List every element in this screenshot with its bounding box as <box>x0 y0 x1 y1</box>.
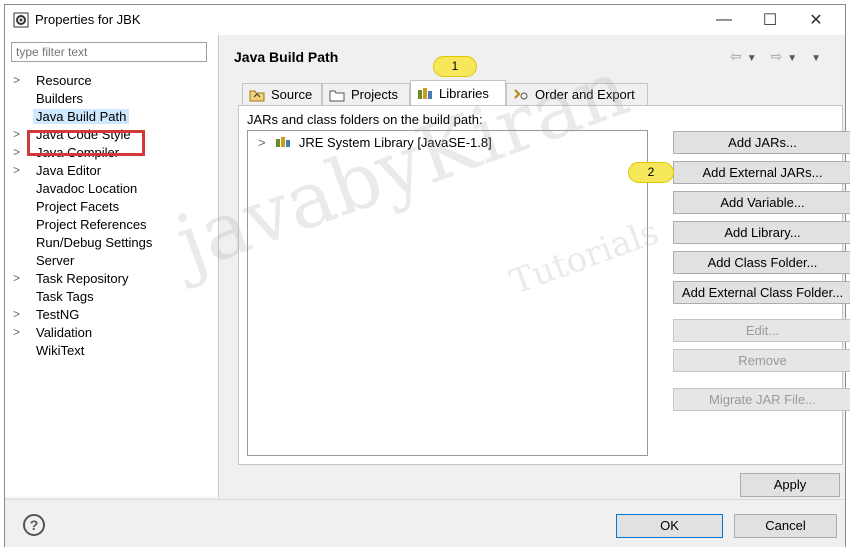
library-item-jre[interactable]: > JRE System Library [JavaSE-1.8] <box>258 135 492 150</box>
sidebar-item-task-repository[interactable]: > Task Repository <box>11 270 211 288</box>
property-sidebar: >ResourceBuildersJava Build Path>Java Co… <box>5 35 219 497</box>
add-jars-button[interactable]: Add JARs... <box>673 131 850 154</box>
build-path-page: Java Build Path ⇦▼ ⇨▼ ▼ Source Projects … <box>220 35 850 497</box>
tab-order-export-label: Order and Export <box>535 87 635 102</box>
eclipse-app-icon <box>13 12 29 28</box>
back-arrow-icon[interactable]: ⇦ <box>730 48 747 64</box>
sidebar-item-server[interactable]: Server <box>11 252 211 270</box>
expand-arrow-icon[interactable]: > <box>13 307 23 321</box>
maximize-button[interactable]: ☐ <box>747 5 793 35</box>
sidebar-item-label: Builders <box>36 91 83 106</box>
sidebar-item-label: Java Build Path <box>33 109 130 124</box>
sidebar-item-wikitext[interactable]: WikiText <box>11 342 211 360</box>
sidebar-item-label: Server <box>36 253 75 268</box>
tab-source[interactable]: Source <box>242 83 322 105</box>
expand-arrow-icon[interactable]: > <box>13 145 23 159</box>
sidebar-item-builders[interactable]: Builders <box>11 90 211 108</box>
tab-source-label: Source <box>271 87 313 102</box>
sidebar-item-run-debug-settings[interactable]: Run/Debug Settings <box>11 234 211 252</box>
sidebar-item-label: WikiText <box>36 343 85 358</box>
library-label: JRE System Library [JavaSE-1.8] <box>298 135 492 150</box>
properties-dialog: Properties for JBK — ☐ ✕ > Resource Builde… <box>4 4 850 547</box>
sidebar-item-label: Project Facets <box>36 199 120 214</box>
sidebar-item-validation[interactable]: > Validation <box>11 324 211 342</box>
tab-projects[interactable]: Projects <box>322 83 410 105</box>
sidebar-item-javadoc-location[interactable]: Javadoc Location <box>11 180 211 198</box>
expand-arrow-icon[interactable]: > <box>13 127 23 141</box>
sidebar-item-label: Java Editor <box>36 163 102 178</box>
tab-libraries[interactable]: Libraries <box>410 80 506 105</box>
cancel-button[interactable]: Cancel <box>734 514 837 538</box>
add-class-folder-button[interactable]: Add Class Folder... <box>673 251 850 274</box>
source-folder-icon <box>249 90 265 101</box>
forward-arrow-icon[interactable]: ⇨ <box>771 48 788 64</box>
expand-arrow-icon[interactable]: > <box>13 271 23 285</box>
tab-projects-label: Projects <box>351 87 398 102</box>
sidebar-item-project-references[interactable]: Project References <box>11 216 211 234</box>
sidebar-item-label: Javadoc Location <box>36 181 138 196</box>
sidebar-item-java-editor[interactable]: > Java Editor <box>11 162 211 180</box>
expand-arrow-icon[interactable]: > <box>13 73 23 87</box>
projects-folder-icon <box>329 90 345 101</box>
expand-arrow-icon[interactable]: > <box>258 135 266 150</box>
expand-arrow-icon[interactable]: > <box>13 163 23 177</box>
sidebar-item-label: Validation <box>36 325 93 340</box>
expand-arrow-icon[interactable]: > <box>13 325 23 339</box>
sidebar-item-resource[interactable]: > Resource <box>11 72 211 90</box>
sidebar-item-testng[interactable]: > TestNG <box>11 306 211 324</box>
sidebar-item-label: Task Tags <box>36 289 94 304</box>
tab-libraries-label: Libraries <box>439 85 489 101</box>
library-icon <box>276 137 291 147</box>
help-icon[interactable]: ? <box>23 514 45 536</box>
tab-order-export[interactable]: Order and Export <box>506 83 648 105</box>
edit-button[interactable]: Edit... <box>673 319 850 342</box>
ok-button[interactable]: OK <box>616 514 723 538</box>
sidebar-item-label: Resource <box>36 73 92 88</box>
view-menu-icon[interactable]: ▼ <box>811 53 826 64</box>
dialog-footer: ? OK Cancel <box>5 499 845 547</box>
order-export-icon <box>514 88 528 99</box>
sidebar-item-label: Project References <box>36 217 147 232</box>
back-dropdown-icon[interactable]: ▼ <box>747 53 762 64</box>
minimize-button[interactable]: — <box>701 5 747 35</box>
add-external-class-folder-button[interactable]: Add External Class Folder... <box>673 281 850 304</box>
add-library-button[interactable]: Add Library... <box>673 221 850 244</box>
sidebar-item-label: Task Repository <box>36 271 129 286</box>
remove-button[interactable]: Remove <box>673 349 850 372</box>
selection-highlight-box <box>27 130 145 156</box>
add-external-jars-button[interactable]: Add External JARs... <box>673 161 850 184</box>
callout-step-2: 2 <box>628 162 674 183</box>
libraries-panel: JARs and class folders on the build path… <box>238 105 850 465</box>
page-title: Java Build Path <box>234 49 339 65</box>
sidebar-item-java-build-path[interactable]: Java Build Path <box>11 108 211 126</box>
add-variable-button[interactable]: Add Variable... <box>673 191 850 214</box>
callout-step-1: 1 <box>433 56 477 77</box>
sidebar-item-label: Run/Debug Settings <box>36 235 153 250</box>
close-button[interactable]: ✕ <box>793 5 839 35</box>
forward-dropdown-icon[interactable]: ▼ <box>787 53 802 64</box>
libraries-icon <box>418 88 432 99</box>
library-tree[interactable]: > JRE System Library [JavaSE-1.8] <box>247 130 648 456</box>
sidebar-item-label: TestNG <box>36 307 80 322</box>
sidebar-item-task-tags[interactable]: Task Tags <box>11 288 211 306</box>
build-path-label: JARs and class folders on the build path… <box>247 112 483 127</box>
migrate-jar-button[interactable]: Migrate JAR File... <box>673 388 850 411</box>
page-navigation: ⇦▼ ⇨▼ ▼ <box>730 48 826 65</box>
title-bar: Properties for JBK — ☐ ✕ <box>5 5 845 35</box>
filter-input[interactable] <box>11 42 207 62</box>
sidebar-item-project-facets[interactable]: Project Facets <box>11 198 211 216</box>
apply-button[interactable]: Apply <box>740 473 840 497</box>
window-title: Properties for JBK <box>35 12 141 27</box>
